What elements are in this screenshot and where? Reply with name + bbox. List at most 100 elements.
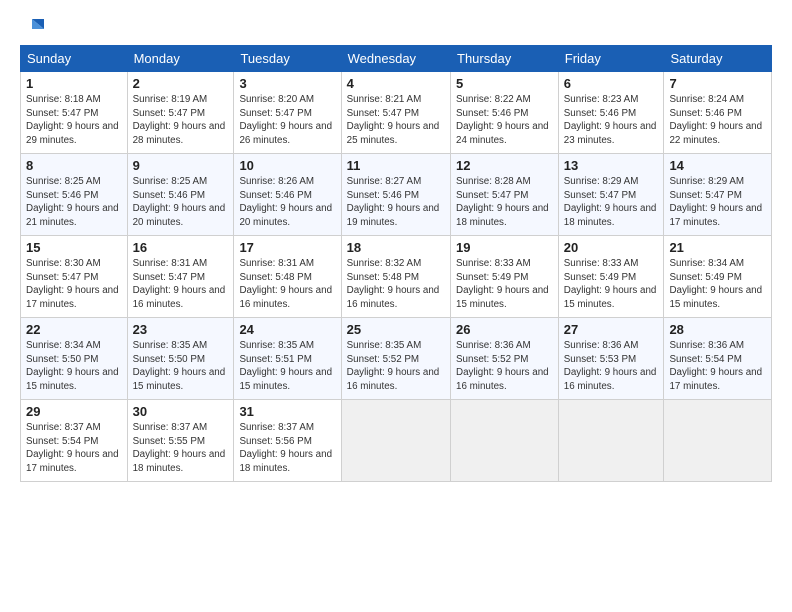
day-number: 17 <box>239 240 335 255</box>
day-info: Sunrise: 8:29 AMSunset: 5:47 PMDaylight:… <box>669 176 762 228</box>
day-number: 25 <box>347 322 445 337</box>
day-number: 27 <box>564 322 659 337</box>
day-number: 18 <box>347 240 445 255</box>
day-number: 5 <box>456 76 553 91</box>
day-info: Sunrise: 8:35 AMSunset: 5:52 PMDaylight:… <box>347 340 440 392</box>
day-info: Sunrise: 8:35 AMSunset: 5:51 PMDaylight:… <box>239 340 332 392</box>
calendar-cell: 11 Sunrise: 8:27 AMSunset: 5:46 PMDaylig… <box>341 154 450 236</box>
calendar-cell: 27 Sunrise: 8:36 AMSunset: 5:53 PMDaylig… <box>558 318 664 400</box>
day-number: 1 <box>26 76 122 91</box>
day-number: 24 <box>239 322 335 337</box>
calendar-cell: 13 Sunrise: 8:29 AMSunset: 5:47 PMDaylig… <box>558 154 664 236</box>
day-number: 14 <box>669 158 766 173</box>
calendar-week-5: 29 Sunrise: 8:37 AMSunset: 5:54 PMDaylig… <box>21 400 772 482</box>
calendar-cell: 21 Sunrise: 8:34 AMSunset: 5:49 PMDaylig… <box>664 236 772 318</box>
day-number: 9 <box>133 158 229 173</box>
calendar-week-2: 8 Sunrise: 8:25 AMSunset: 5:46 PMDayligh… <box>21 154 772 236</box>
calendar-cell: 31 Sunrise: 8:37 AMSunset: 5:56 PMDaylig… <box>234 400 341 482</box>
calendar-cell: 28 Sunrise: 8:36 AMSunset: 5:54 PMDaylig… <box>664 318 772 400</box>
day-number: 22 <box>26 322 122 337</box>
calendar-cell: 6 Sunrise: 8:23 AMSunset: 5:46 PMDayligh… <box>558 72 664 154</box>
calendar-cell: 1 Sunrise: 8:18 AMSunset: 5:47 PMDayligh… <box>21 72 128 154</box>
calendar-cell: 5 Sunrise: 8:22 AMSunset: 5:46 PMDayligh… <box>451 72 559 154</box>
day-number: 16 <box>133 240 229 255</box>
day-info: Sunrise: 8:30 AMSunset: 5:47 PMDaylight:… <box>26 258 119 310</box>
day-number: 7 <box>669 76 766 91</box>
day-info: Sunrise: 8:37 AMSunset: 5:56 PMDaylight:… <box>239 422 332 474</box>
calendar-dow-tuesday: Tuesday <box>234 46 341 72</box>
day-info: Sunrise: 8:20 AMSunset: 5:47 PMDaylight:… <box>239 94 332 146</box>
calendar-week-4: 22 Sunrise: 8:34 AMSunset: 5:50 PMDaylig… <box>21 318 772 400</box>
day-number: 8 <box>26 158 122 173</box>
day-info: Sunrise: 8:21 AMSunset: 5:47 PMDaylight:… <box>347 94 440 146</box>
calendar-cell: 12 Sunrise: 8:28 AMSunset: 5:47 PMDaylig… <box>451 154 559 236</box>
calendar-dow-thursday: Thursday <box>451 46 559 72</box>
calendar-cell: 20 Sunrise: 8:33 AMSunset: 5:49 PMDaylig… <box>558 236 664 318</box>
calendar-dow-wednesday: Wednesday <box>341 46 450 72</box>
day-info: Sunrise: 8:28 AMSunset: 5:47 PMDaylight:… <box>456 176 549 228</box>
day-number: 21 <box>669 240 766 255</box>
day-info: Sunrise: 8:22 AMSunset: 5:46 PMDaylight:… <box>456 94 549 146</box>
day-number: 19 <box>456 240 553 255</box>
calendar-header-row: SundayMondayTuesdayWednesdayThursdayFrid… <box>21 46 772 72</box>
logo <box>20 15 50 35</box>
day-info: Sunrise: 8:31 AMSunset: 5:47 PMDaylight:… <box>133 258 226 310</box>
calendar-cell: 25 Sunrise: 8:35 AMSunset: 5:52 PMDaylig… <box>341 318 450 400</box>
calendar-cell <box>664 400 772 482</box>
day-info: Sunrise: 8:33 AMSunset: 5:49 PMDaylight:… <box>456 258 549 310</box>
calendar-cell: 10 Sunrise: 8:26 AMSunset: 5:46 PMDaylig… <box>234 154 341 236</box>
day-info: Sunrise: 8:32 AMSunset: 5:48 PMDaylight:… <box>347 258 440 310</box>
day-info: Sunrise: 8:19 AMSunset: 5:47 PMDaylight:… <box>133 94 226 146</box>
day-number: 31 <box>239 404 335 419</box>
calendar-cell <box>558 400 664 482</box>
calendar-table: SundayMondayTuesdayWednesdayThursdayFrid… <box>20 45 772 482</box>
day-info: Sunrise: 8:25 AMSunset: 5:46 PMDaylight:… <box>133 176 226 228</box>
calendar-cell: 3 Sunrise: 8:20 AMSunset: 5:47 PMDayligh… <box>234 72 341 154</box>
day-info: Sunrise: 8:27 AMSunset: 5:46 PMDaylight:… <box>347 176 440 228</box>
calendar-cell: 29 Sunrise: 8:37 AMSunset: 5:54 PMDaylig… <box>21 400 128 482</box>
logo-icon <box>22 15 48 41</box>
day-info: Sunrise: 8:29 AMSunset: 5:47 PMDaylight:… <box>564 176 657 228</box>
calendar-week-1: 1 Sunrise: 8:18 AMSunset: 5:47 PMDayligh… <box>21 72 772 154</box>
day-number: 13 <box>564 158 659 173</box>
day-number: 4 <box>347 76 445 91</box>
calendar-cell: 16 Sunrise: 8:31 AMSunset: 5:47 PMDaylig… <box>127 236 234 318</box>
day-info: Sunrise: 8:37 AMSunset: 5:54 PMDaylight:… <box>26 422 119 474</box>
calendar-cell: 7 Sunrise: 8:24 AMSunset: 5:46 PMDayligh… <box>664 72 772 154</box>
calendar-dow-friday: Friday <box>558 46 664 72</box>
day-info: Sunrise: 8:26 AMSunset: 5:46 PMDaylight:… <box>239 176 332 228</box>
day-info: Sunrise: 8:36 AMSunset: 5:54 PMDaylight:… <box>669 340 762 392</box>
day-number: 30 <box>133 404 229 419</box>
day-number: 29 <box>26 404 122 419</box>
day-info: Sunrise: 8:18 AMSunset: 5:47 PMDaylight:… <box>26 94 119 146</box>
day-info: Sunrise: 8:34 AMSunset: 5:50 PMDaylight:… <box>26 340 119 392</box>
calendar-cell: 15 Sunrise: 8:30 AMSunset: 5:47 PMDaylig… <box>21 236 128 318</box>
day-number: 11 <box>347 158 445 173</box>
day-number: 3 <box>239 76 335 91</box>
day-info: Sunrise: 8:24 AMSunset: 5:46 PMDaylight:… <box>669 94 762 146</box>
calendar-cell: 9 Sunrise: 8:25 AMSunset: 5:46 PMDayligh… <box>127 154 234 236</box>
calendar-cell: 24 Sunrise: 8:35 AMSunset: 5:51 PMDaylig… <box>234 318 341 400</box>
calendar-cell: 26 Sunrise: 8:36 AMSunset: 5:52 PMDaylig… <box>451 318 559 400</box>
day-info: Sunrise: 8:33 AMSunset: 5:49 PMDaylight:… <box>564 258 657 310</box>
calendar-cell: 18 Sunrise: 8:32 AMSunset: 5:48 PMDaylig… <box>341 236 450 318</box>
day-number: 26 <box>456 322 553 337</box>
day-info: Sunrise: 8:25 AMSunset: 5:46 PMDaylight:… <box>26 176 119 228</box>
day-info: Sunrise: 8:36 AMSunset: 5:53 PMDaylight:… <box>564 340 657 392</box>
day-info: Sunrise: 8:36 AMSunset: 5:52 PMDaylight:… <box>456 340 549 392</box>
calendar-dow-monday: Monday <box>127 46 234 72</box>
day-number: 10 <box>239 158 335 173</box>
calendar-cell: 22 Sunrise: 8:34 AMSunset: 5:50 PMDaylig… <box>21 318 128 400</box>
day-info: Sunrise: 8:31 AMSunset: 5:48 PMDaylight:… <box>239 258 332 310</box>
calendar-cell <box>341 400 450 482</box>
calendar-cell: 8 Sunrise: 8:25 AMSunset: 5:46 PMDayligh… <box>21 154 128 236</box>
day-info: Sunrise: 8:37 AMSunset: 5:55 PMDaylight:… <box>133 422 226 474</box>
day-number: 2 <box>133 76 229 91</box>
day-number: 28 <box>669 322 766 337</box>
day-number: 20 <box>564 240 659 255</box>
calendar-cell: 23 Sunrise: 8:35 AMSunset: 5:50 PMDaylig… <box>127 318 234 400</box>
day-number: 12 <box>456 158 553 173</box>
calendar-dow-sunday: Sunday <box>21 46 128 72</box>
calendar-cell: 4 Sunrise: 8:21 AMSunset: 5:47 PMDayligh… <box>341 72 450 154</box>
calendar-cell: 14 Sunrise: 8:29 AMSunset: 5:47 PMDaylig… <box>664 154 772 236</box>
